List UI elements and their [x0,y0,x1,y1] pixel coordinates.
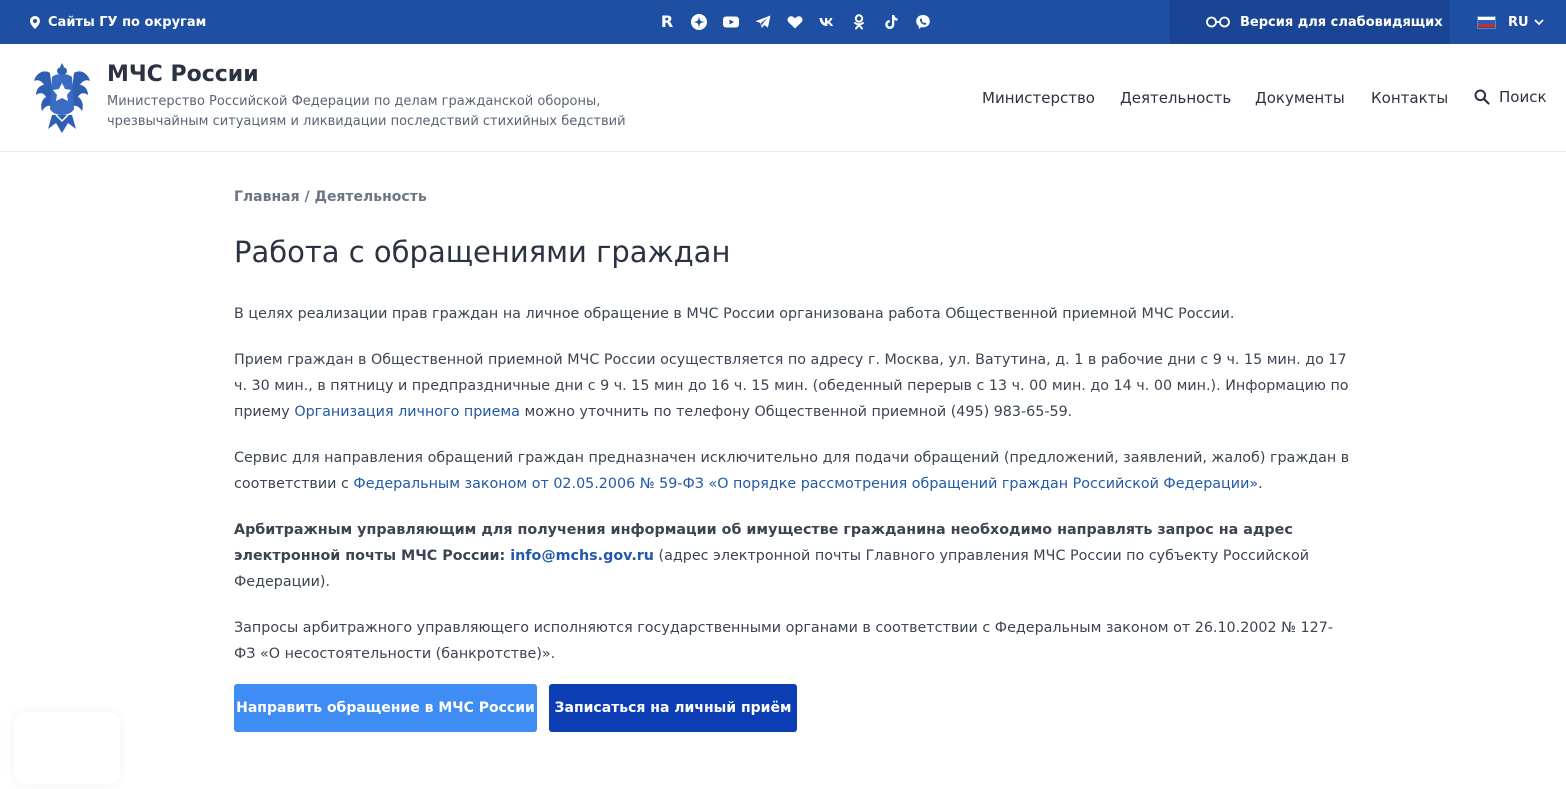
low-vision-version-link[interactable]: Версия для слабовидящих [1170,0,1450,44]
brand-title[interactable]: МЧС России [107,62,259,87]
nav-item-documents[interactable]: Документы [1255,89,1345,107]
search-icon [1474,89,1490,105]
reception-phone-text: можно уточнить по телефону Общественной … [519,404,1073,420]
odnoklassniki-icon[interactable] [848,12,870,32]
search-button[interactable]: Поиск [1474,88,1547,106]
personal-reception-link[interactable]: Организация личного приема [294,404,520,420]
paragraph-reception-hours: Прием граждан в Общественной приемной МЧ… [234,347,1354,425]
youtube-icon[interactable] [720,12,742,32]
regions-link[interactable]: Сайты ГУ по округам [30,0,206,44]
low-vision-label: Версия для слабовидящих [1240,14,1443,30]
nav-item-activity[interactable]: Деятельность [1120,89,1231,107]
language-selector[interactable]: RU [1452,0,1566,44]
heart-icon[interactable] [784,12,806,32]
service-text-end: . [1258,476,1263,492]
breadcrumb-activity[interactable]: Деятельность [314,189,426,205]
floating-widget[interactable] [14,712,120,784]
main-content: Главная / Деятельность Работа с обращени… [234,186,1354,667]
regions-label: Сайты ГУ по округам [48,14,207,30]
viber-icon[interactable] [912,12,934,32]
brand-subtitle: Министерство Российской Федерации по дел… [107,94,626,129]
nav-item-contacts[interactable]: Контакты [1371,89,1448,107]
action-buttons: Направить обращение в МЧС России Записат… [234,684,797,732]
glasses-icon [1206,16,1230,28]
tiktok-icon[interactable] [880,12,902,32]
search-label: Поиск [1499,88,1547,106]
rutube-icon[interactable]: R [656,12,678,32]
paragraph-intro: В целях реализации прав граждан на лично… [234,306,1235,322]
paragraph-bankruptcy-law: Запросы арбитражного управляющего исполн… [234,620,1333,662]
send-appeal-button[interactable]: Направить обращение в МЧС России [234,684,537,732]
chevron-down-icon [1533,18,1544,25]
dzen-icon[interactable] [688,12,710,32]
federal-law-59-link[interactable]: Федеральным законом от 02.05.2006 № 59-Ф… [353,476,1258,492]
social-links: R [656,12,934,32]
location-pin-icon [30,15,40,29]
book-appointment-button[interactable]: Записаться на личный приём [549,684,797,732]
page-title: Работа с обращениями граждан [234,235,731,269]
russia-flag-icon [1477,15,1496,29]
top-bar: Сайты ГУ по округам R Версия для слабови… [0,0,1566,44]
site-header: МЧС России Министерство Российской Федер… [0,44,1566,152]
breadcrumb-separator: / [299,189,315,205]
language-label: RU [1508,14,1529,30]
paragraph-arbitration: Арбитражным управляющим для получения ин… [234,517,1354,595]
paragraph-service: Сервис для направления обращений граждан… [234,445,1354,497]
email-link[interactable]: info@mchs.gov.ru [510,548,654,564]
breadcrumb-home[interactable]: Главная [234,189,300,205]
breadcrumb: Главная / Деятельность [234,186,1354,208]
vk-icon[interactable] [816,12,838,32]
emchs-emblem-icon[interactable] [30,59,94,137]
telegram-icon[interactable] [752,12,774,32]
nav-item-ministry[interactable]: Министерство [982,89,1095,107]
